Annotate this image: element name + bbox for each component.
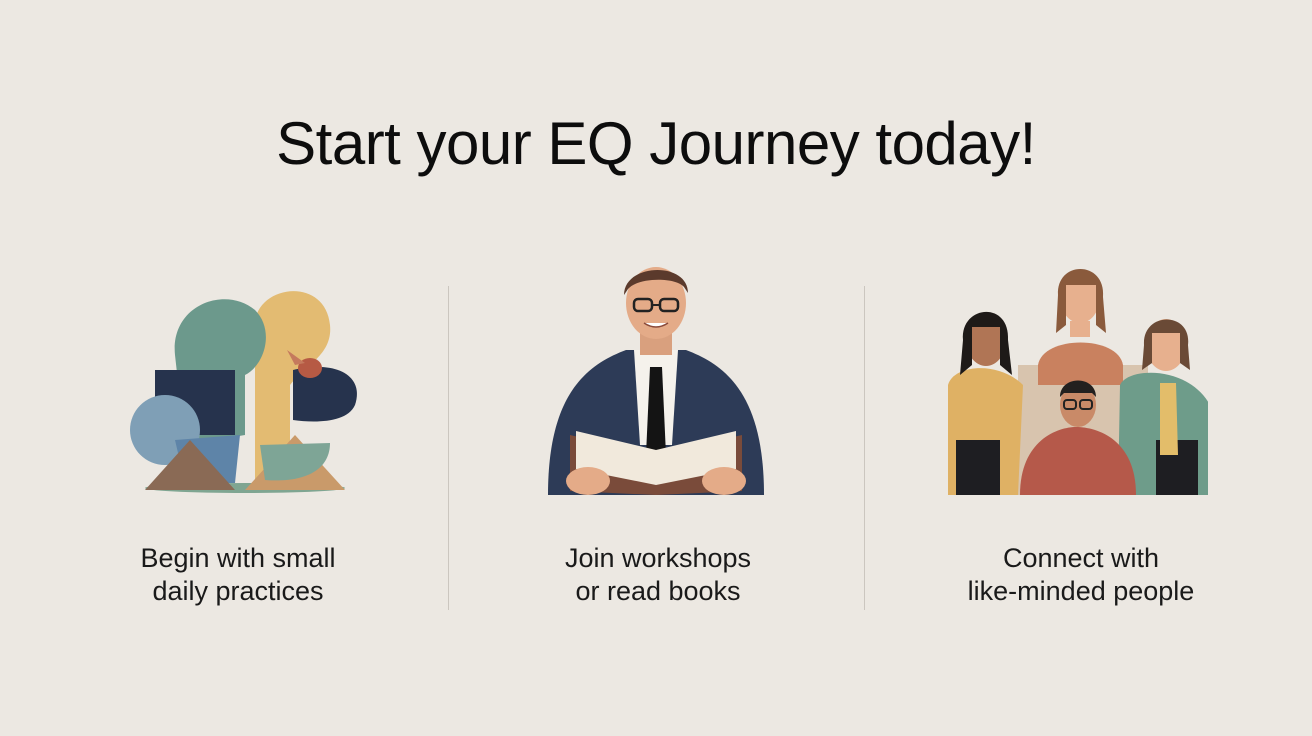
caption-workshops-books: Join workshops or read books [493,542,823,608]
column-divider [864,286,865,610]
abstract-shapes-illustration [115,255,375,505]
caption-line: like-minded people [967,576,1195,606]
caption-line: Join workshops [564,543,752,573]
page-title: Start your EQ Journey today! [276,110,1036,177]
caption-line: or read books [575,576,741,606]
caption-connect-people: Connect with like-minded people [916,542,1246,608]
column-divider [448,286,449,610]
group-of-people-illustration [948,255,1208,505]
man-reading-book-illustration [526,255,786,505]
slide: Start your EQ Journey today! Begin with … [0,0,1312,736]
caption-daily-practices: Begin with small daily practices [73,542,403,608]
caption-line: Connect with [1002,543,1160,573]
caption-line: daily practices [152,576,324,606]
caption-line: Begin with small [140,543,336,573]
